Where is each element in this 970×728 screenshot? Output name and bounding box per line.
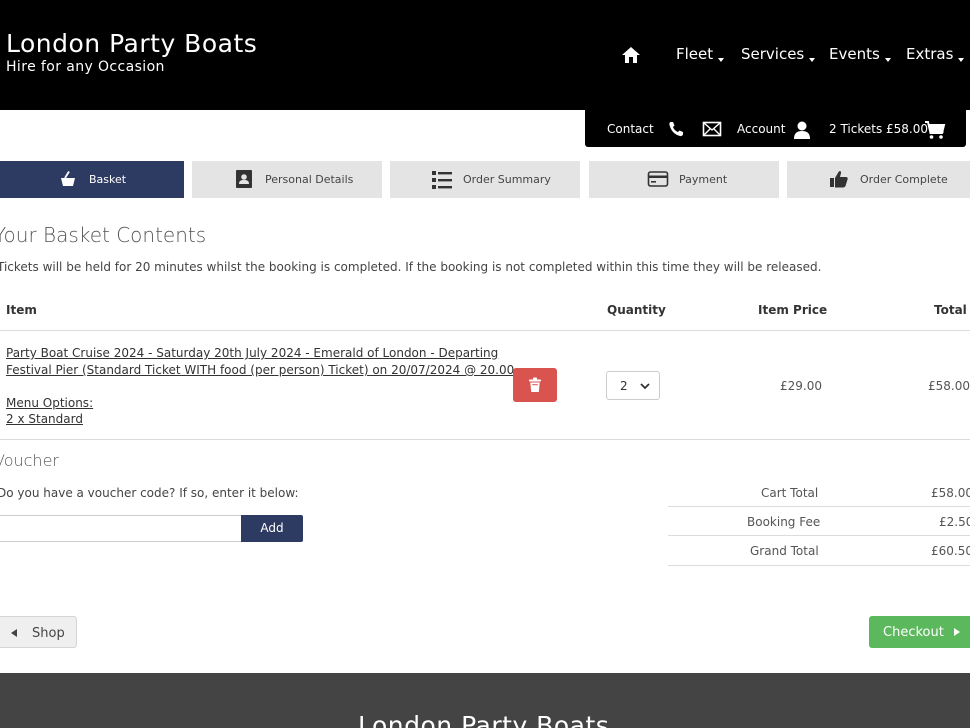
column-header-total: Total bbox=[934, 303, 967, 317]
cart-total-label: Cart Total bbox=[761, 486, 819, 500]
delete-item-button[interactable] bbox=[513, 368, 557, 402]
mail-icon[interactable] bbox=[702, 120, 722, 138]
nav-item-services-label: Services bbox=[741, 45, 805, 63]
cart-icon[interactable] bbox=[924, 120, 946, 140]
step-payment[interactable]: Payment bbox=[589, 161, 779, 198]
checkout-button-label: Checkout bbox=[883, 625, 944, 640]
booking-fee-value: £2.50 bbox=[939, 515, 970, 529]
step-personal-details-label: Personal Details bbox=[265, 173, 354, 186]
nav-item-events[interactable]: Events bbox=[829, 45, 891, 63]
caret-down-icon bbox=[958, 58, 965, 62]
nav-item-extras-label: Extras bbox=[906, 45, 954, 63]
item-link-line-2[interactable]: Festival Pier (Standard Ticket WITH food… bbox=[6, 362, 514, 379]
trash-icon bbox=[529, 377, 541, 392]
column-header-quantity: Quantity bbox=[607, 303, 666, 317]
step-payment-label: Payment bbox=[679, 173, 728, 186]
step-personal-details[interactable]: Personal Details bbox=[192, 161, 382, 198]
list-icon bbox=[432, 171, 452, 189]
address-book-icon bbox=[236, 170, 252, 188]
nav-item-fleet-label: Fleet bbox=[676, 45, 714, 63]
shop-button-label: Shop bbox=[32, 626, 65, 641]
nav-item-services[interactable]: Services bbox=[741, 45, 816, 63]
cart-summary[interactable]: 2 Tickets £58.00 bbox=[829, 122, 928, 136]
user-icon[interactable] bbox=[792, 120, 812, 140]
footer-logo-title: London Party Boats bbox=[358, 711, 610, 728]
menu-options-label[interactable]: Menu Options: bbox=[6, 395, 93, 412]
caret-left-icon bbox=[11, 629, 17, 637]
checkout-button[interactable]: Checkout bbox=[869, 616, 970, 648]
step-basket[interactable]: Basket bbox=[0, 161, 184, 198]
menu-options-value[interactable]: 2 x Standard bbox=[6, 411, 83, 428]
voucher-heading: Voucher bbox=[0, 451, 59, 470]
cart-total-value: £58.00 bbox=[931, 486, 970, 500]
thumbs-up-icon bbox=[830, 171, 848, 188]
summary-divider bbox=[668, 506, 970, 507]
column-header-item-price: Item Price bbox=[758, 303, 828, 317]
nav-item-fleet[interactable]: Fleet bbox=[676, 45, 725, 63]
booking-fee-label: Booking Fee bbox=[747, 515, 821, 529]
phone-icon[interactable] bbox=[667, 120, 685, 138]
item-link-line-1[interactable]: Party Boat Cruise 2024 - Saturday 20th J… bbox=[6, 345, 498, 362]
chevron-down-icon bbox=[640, 383, 650, 390]
caret-down-icon bbox=[809, 58, 816, 62]
page-title: Your Basket Contents bbox=[0, 223, 207, 247]
caret-down-icon bbox=[718, 58, 725, 62]
column-header-item: Item bbox=[6, 303, 37, 317]
quantity-value: 2 bbox=[620, 379, 628, 393]
site-header: London Party Boats Hire for any Occasion… bbox=[0, 0, 970, 110]
home-icon[interactable] bbox=[621, 45, 641, 65]
step-order-complete[interactable]: Order Complete bbox=[787, 161, 970, 198]
item-total: £58.00 bbox=[928, 379, 970, 393]
quantity-select[interactable]: 2 bbox=[606, 371, 660, 400]
credit-card-icon bbox=[647, 171, 669, 187]
table-row-divider bbox=[0, 439, 970, 440]
shop-button[interactable]: Shop bbox=[0, 616, 77, 648]
utility-bar: Contact Account 2 Tickets £58.00 bbox=[585, 110, 966, 147]
table-divider bbox=[0, 330, 970, 331]
main-nav: Fleet Services Events Extras bbox=[0, 45, 970, 67]
item-price: £29.00 bbox=[780, 379, 822, 393]
grand-total-value: £60.50 bbox=[931, 544, 970, 558]
step-order-summary[interactable]: Order Summary bbox=[390, 161, 580, 198]
contact-link[interactable]: Contact bbox=[607, 122, 654, 136]
nav-item-extras[interactable]: Extras bbox=[906, 45, 965, 63]
step-order-summary-label: Order Summary bbox=[463, 173, 551, 186]
voucher-add-button[interactable]: Add bbox=[241, 515, 303, 542]
step-order-complete-label: Order Complete bbox=[860, 173, 948, 186]
hold-notice: Tickets will be held for 20 minutes whil… bbox=[0, 260, 822, 274]
basket-icon bbox=[61, 171, 75, 186]
voucher-prompt: Do you have a voucher code? If so, enter… bbox=[0, 486, 299, 500]
summary-divider bbox=[668, 535, 970, 536]
caret-down-icon bbox=[884, 58, 891, 62]
caret-right-icon bbox=[954, 628, 960, 636]
account-link[interactable]: Account bbox=[737, 122, 785, 136]
grand-total-label: Grand Total bbox=[750, 544, 819, 558]
site-footer: London Party Boats bbox=[0, 673, 970, 728]
summary-divider bbox=[668, 565, 970, 566]
voucher-code-input[interactable] bbox=[0, 515, 242, 542]
step-basket-label: Basket bbox=[89, 173, 127, 186]
nav-item-events-label: Events bbox=[829, 45, 880, 63]
